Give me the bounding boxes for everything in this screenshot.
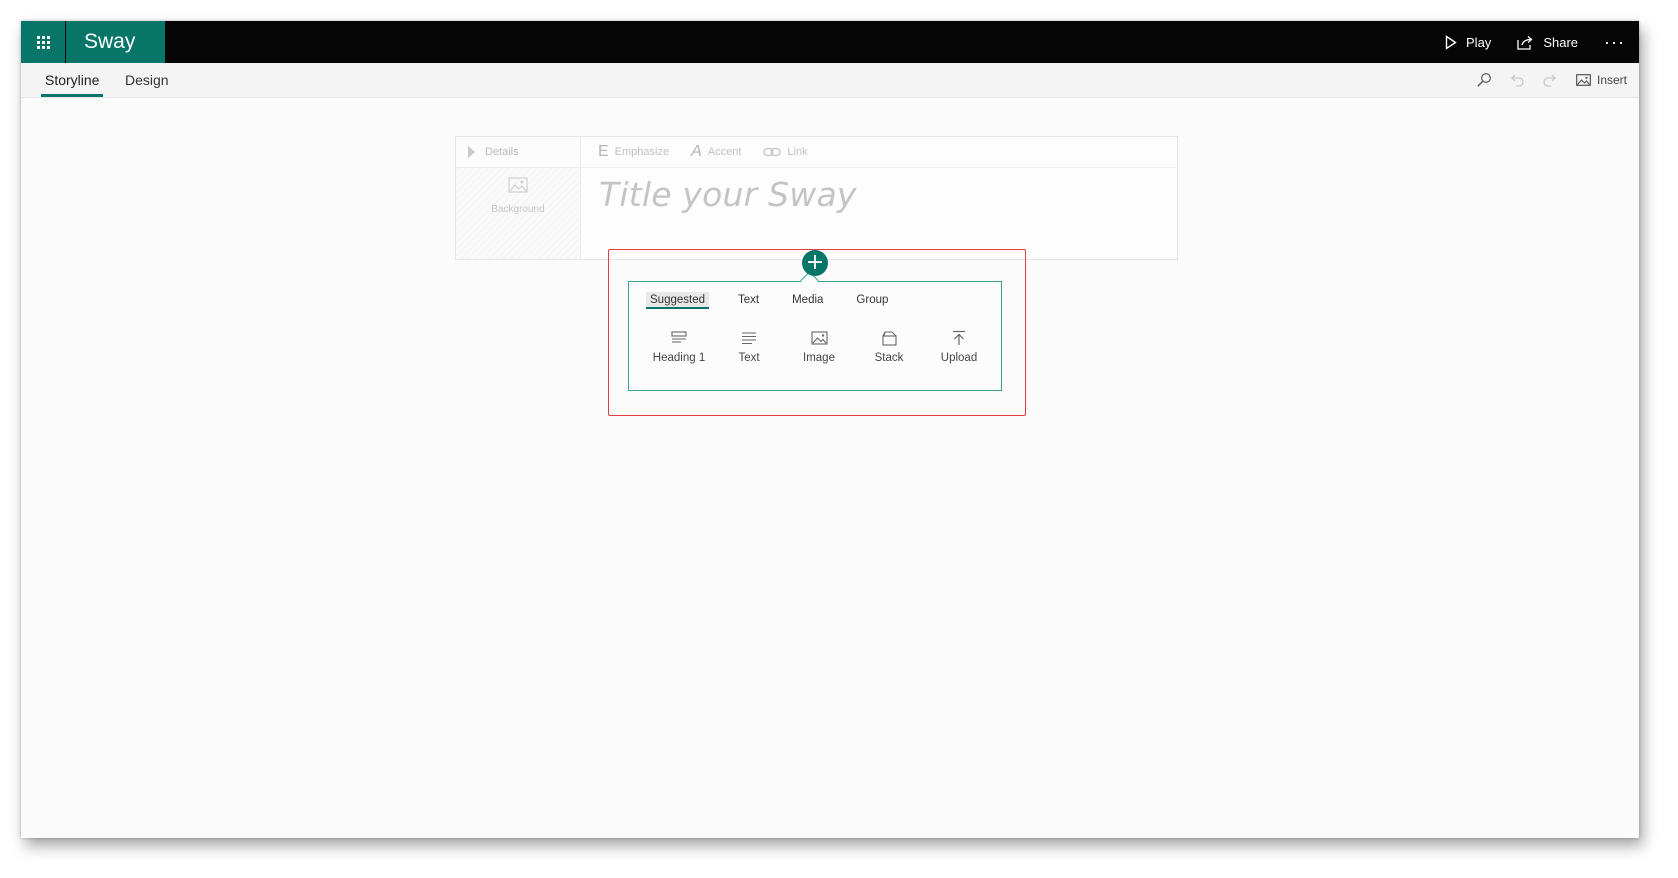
link-button[interactable]: Link bbox=[763, 146, 808, 158]
waffle-icon bbox=[36, 35, 50, 49]
emphasize-icon: E bbox=[598, 143, 609, 160]
image-item[interactable]: Image bbox=[784, 328, 854, 364]
play-button[interactable]: Play bbox=[1445, 35, 1491, 50]
background-label: Background bbox=[491, 204, 545, 215]
search-icon[interactable] bbox=[1476, 72, 1492, 88]
stack-item[interactable]: Stack bbox=[854, 328, 924, 364]
app-launcher-button[interactable] bbox=[21, 21, 65, 63]
heading-1-item[interactable]: Heading 1 bbox=[644, 328, 714, 364]
play-icon bbox=[1445, 34, 1457, 50]
insert-label: Insert bbox=[1596, 73, 1627, 87]
accent-icon: A bbox=[691, 143, 702, 160]
background-image-icon bbox=[508, 177, 528, 193]
accent-label: Accent bbox=[707, 146, 742, 158]
nav-bar: Storyline Design Insert bbox=[21, 63, 1639, 98]
heading-icon bbox=[644, 328, 714, 348]
share-label: Share bbox=[1543, 34, 1579, 50]
insert-card-panel: Suggested Text Media Group Heading 1 Tex… bbox=[628, 271, 1002, 391]
link-icon bbox=[763, 147, 782, 157]
emphasize-button[interactable]: E Emphasize bbox=[598, 143, 669, 161]
insert-image-icon bbox=[1576, 74, 1591, 86]
tab-design[interactable]: Design bbox=[125, 63, 169, 97]
redo-icon[interactable] bbox=[1542, 73, 1558, 87]
play-label: Play bbox=[1466, 34, 1492, 50]
text-label: Text bbox=[738, 352, 760, 364]
sway-window: Sway Play Share ··· Storyline Design Ins… bbox=[21, 21, 1639, 838]
nav-tools: Insert bbox=[1459, 63, 1627, 97]
tab-storyline[interactable]: Storyline bbox=[40, 63, 104, 97]
undo-icon[interactable] bbox=[1509, 73, 1525, 87]
panel-tab-text[interactable]: Text bbox=[734, 292, 763, 309]
link-label: Link bbox=[787, 146, 808, 158]
more-options-button[interactable]: ··· bbox=[1604, 33, 1625, 51]
panel-tab-media[interactable]: Media bbox=[788, 292, 827, 309]
title-card: Details Background E Emphasize A Accent … bbox=[455, 136, 1178, 260]
details-toggle[interactable]: Details bbox=[456, 137, 580, 168]
upload-item[interactable]: Upload bbox=[924, 328, 994, 364]
text-item[interactable]: Text bbox=[714, 328, 784, 364]
panel-tab-group[interactable]: Group bbox=[852, 292, 892, 309]
panel-items: Heading 1 Text Image Stack Upload bbox=[644, 328, 994, 364]
stack-icon bbox=[854, 328, 924, 348]
app-name[interactable]: Sway bbox=[66, 21, 165, 63]
heading-1-label: Heading 1 bbox=[652, 352, 706, 364]
share-button[interactable]: Share bbox=[1517, 35, 1578, 50]
background-button[interactable]: Background bbox=[456, 177, 580, 215]
add-content-button[interactable]: + bbox=[802, 250, 828, 276]
title-input[interactable]: Title your Sway bbox=[599, 175, 857, 214]
image-label: Image bbox=[803, 352, 835, 364]
format-toolbar: E Emphasize A Accent Link bbox=[580, 137, 1177, 168]
expand-triangle-icon bbox=[468, 146, 475, 158]
image-icon bbox=[784, 328, 854, 348]
insert-button[interactable]: Insert bbox=[1576, 73, 1627, 87]
upload-icon bbox=[924, 328, 994, 348]
details-label: Details bbox=[485, 146, 519, 158]
stack-label: Stack bbox=[874, 352, 904, 364]
emphasize-label: Emphasize bbox=[614, 146, 670, 158]
top-bar: Sway Play Share ··· bbox=[21, 21, 1639, 63]
top-actions: Play Share ··· bbox=[1445, 21, 1639, 63]
upload-label: Upload bbox=[940, 352, 978, 364]
panel-tabs: Suggested Text Media Group bbox=[646, 292, 917, 309]
panel-tab-suggested[interactable]: Suggested bbox=[646, 292, 709, 309]
accent-button[interactable]: A Accent bbox=[691, 143, 741, 161]
title-card-left: Details Background bbox=[456, 137, 581, 259]
share-icon bbox=[1517, 35, 1533, 50]
text-icon bbox=[714, 328, 784, 348]
